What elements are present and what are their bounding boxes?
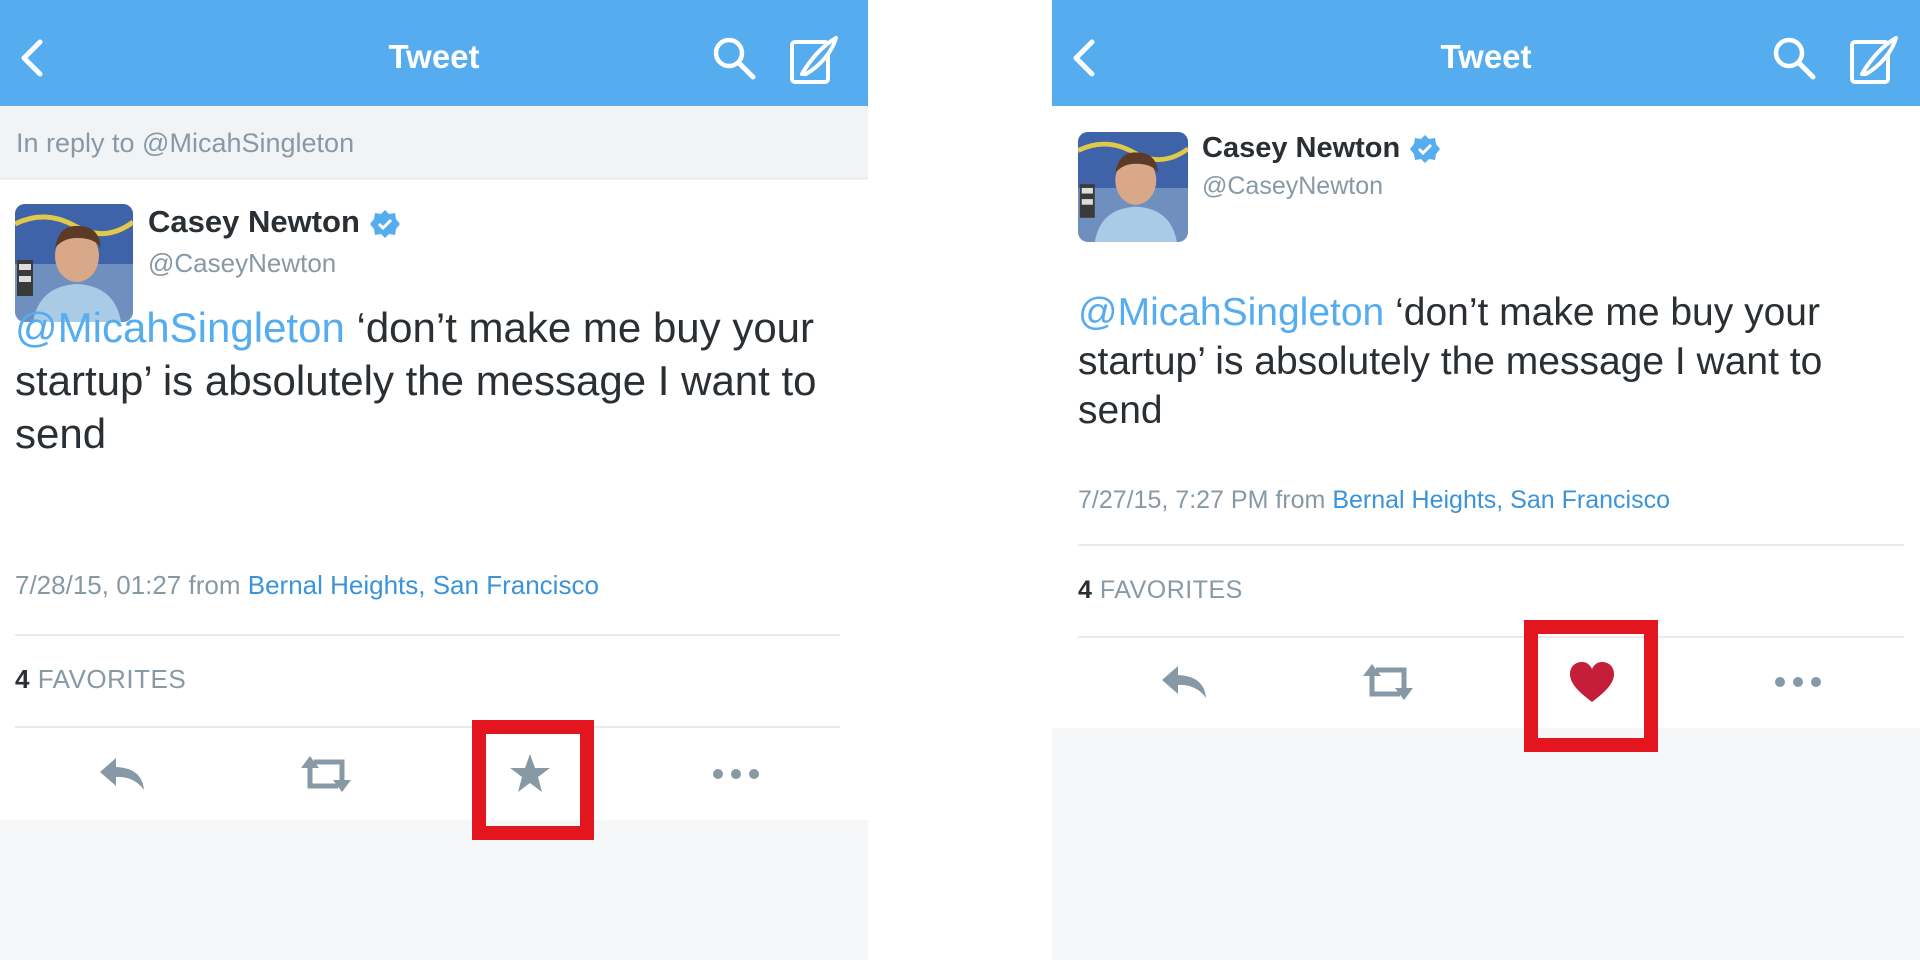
more-icon[interactable] xyxy=(1770,658,1826,706)
more-icon[interactable] xyxy=(708,750,764,798)
compose-icon[interactable] xyxy=(1848,34,1900,86)
divider xyxy=(15,726,840,728)
author-handle[interactable]: @CaseyNewton xyxy=(1202,172,1383,201)
phone-screen-left: Tweet In reply to @MicahSingleton Casey … xyxy=(0,0,868,960)
verified-badge-icon xyxy=(1410,135,1441,164)
from-label: from xyxy=(188,570,241,600)
compose-icon[interactable] xyxy=(788,34,840,86)
tweet-card: Casey Newton @CaseyNewton @MicahSingleto… xyxy=(0,180,868,820)
divider xyxy=(1078,544,1904,546)
favorites-count[interactable]: 4 FAVORITES xyxy=(1078,576,1243,605)
nav-bar: Tweet xyxy=(1052,0,1920,106)
author-name[interactable]: Casey Newton xyxy=(148,204,400,240)
from-label: from xyxy=(1275,486,1326,514)
tweet-text: @MicahSingleton ‘don’t make me buy your … xyxy=(15,302,855,461)
avatar[interactable] xyxy=(1078,132,1188,242)
phone-screen-right: Tweet Casey Newton @CaseyNewton @MicahSi… xyxy=(1052,0,1920,960)
author-name-text: Casey Newton xyxy=(148,204,360,239)
favorites-count[interactable]: 4 FAVORITES xyxy=(15,664,186,695)
mention-link[interactable]: @MicahSingleton xyxy=(1078,291,1384,334)
search-icon[interactable] xyxy=(1770,34,1818,82)
divider xyxy=(15,634,840,636)
author-name-text: Casey Newton xyxy=(1202,132,1401,164)
favorites-label: FAVORITES xyxy=(37,664,187,694)
retweet-icon[interactable] xyxy=(1360,658,1416,706)
reply-icon[interactable] xyxy=(94,750,150,798)
nav-bar: Tweet xyxy=(0,0,868,106)
tweet-card: Casey Newton @CaseyNewton @MicahSingleto… xyxy=(1052,106,1920,728)
tweet-meta: 7/27/15, 7:27 PM from Bernal Heights, Sa… xyxy=(1078,486,1670,515)
highlight-box xyxy=(472,720,594,840)
in-reply-to-banner[interactable]: In reply to @MicahSingleton xyxy=(0,106,868,179)
tweet-date: 7/28/15, 01:27 xyxy=(15,570,182,600)
favorites-label: FAVORITES xyxy=(1099,576,1243,604)
location-link[interactable]: Bernal Heights, San Francisco xyxy=(248,570,599,600)
tweet-text: @MicahSingleton ‘don’t make me buy your … xyxy=(1078,288,1908,435)
tweet-date: 7/27/15, 7:27 PM xyxy=(1078,486,1269,514)
favorites-number: 4 xyxy=(15,664,30,694)
location-link[interactable]: Bernal Heights, San Francisco xyxy=(1332,486,1670,514)
author-name[interactable]: Casey Newton xyxy=(1202,132,1441,165)
tweet-meta: 7/28/15, 01:27 from Bernal Heights, San … xyxy=(15,570,599,601)
search-icon[interactable] xyxy=(710,34,758,82)
in-reply-to-text: In reply to @MicahSingleton xyxy=(16,128,355,158)
verified-badge-icon xyxy=(369,209,400,238)
retweet-icon[interactable] xyxy=(298,750,354,798)
favorites-number: 4 xyxy=(1078,576,1093,604)
author-handle[interactable]: @CaseyNewton xyxy=(148,248,336,279)
highlight-box xyxy=(1524,620,1658,752)
mention-link[interactable]: @MicahSingleton xyxy=(15,304,345,351)
reply-icon[interactable] xyxy=(1156,658,1212,706)
divider xyxy=(1078,636,1904,638)
